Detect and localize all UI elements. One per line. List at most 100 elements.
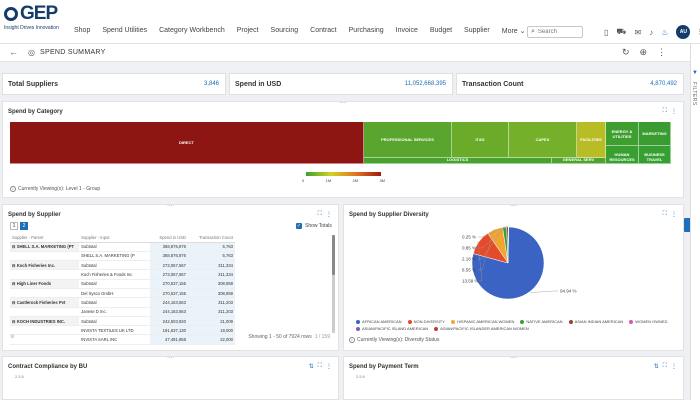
gep-logo[interactable]: GEP Insight Drives Innovation [4,4,66,40]
more-vertical-icon[interactable]: ⋮ [657,47,666,58]
kpi-value[interactable]: 3,846 [204,81,219,87]
table-row[interactable]: Janese D Inc. 244,163,563 311,203 [10,307,235,317]
legend-item[interactable]: NATIVE AMERICAN [520,319,563,324]
treemap-cell-marketing[interactable]: MARKETING [639,122,671,146]
scrollbar-thumb[interactable] [332,235,335,275]
nav-budget[interactable]: Budget [430,27,452,35]
expand-icon[interactable]: ⛶ [318,363,322,370]
search-input[interactable] [537,29,578,35]
more-vertical-icon[interactable]: ⋮ [671,108,677,115]
table-cell-input: Subtotal [79,297,151,308]
table-row[interactable]: ⊟ KOCH INDUSTRIES INC. Subtotal 242,503,92… [10,316,235,327]
table-cell-parent [10,307,80,317]
column-header[interactable]: Supplier - Parent [10,234,80,243]
drag-handle-icon[interactable]: ⠒⠒ [510,356,517,362]
treemap-cell-capex[interactable]: CAPEX [509,122,577,158]
treemap-cell-energy-utilities[interactable]: ENERGY & UTILITIES [606,122,639,146]
nav-shop[interactable]: Shop [74,27,90,35]
drag-handle-icon[interactable]: ⠒⠒ [339,101,346,107]
treemap-cell-human-resources[interactable]: HUMAN RESOURCES [606,146,639,164]
notification-icon[interactable]: ♪ [649,28,653,37]
legend-item[interactable]: WOMEN OWNED [629,319,667,324]
more-vertical-icon[interactable]: ⋮ [671,363,677,370]
sort-icon[interactable]: ⇅ [654,363,659,370]
chat-icon[interactable]: ✉ [634,28,641,37]
nav-contract[interactable]: Contract [310,27,336,35]
level-button-2[interactable]: 2 [20,222,28,230]
legend-item[interactable]: HISPANIC AMERICAN WOMEN [450,319,514,324]
legend-item[interactable]: AFRICAN AMERICAN [356,319,402,324]
info-icon[interactable]: i [10,186,16,192]
table-row[interactable]: ⊟ SHELL S.A. MARKETING (PT Subtotal 368,87… [10,242,235,252]
table-row[interactable]: ⊟ Castlerock Fisheries Pvt Subtotal 244,16… [10,297,235,308]
table-row[interactable]: SHELL S.A. MARKETING (P 368,876,876 5,763 [10,251,235,262]
more-vertical-icon[interactable]: ⋮ [326,363,332,370]
expand-icon[interactable]: ⛶ [318,211,322,218]
legend-item[interactable]: ASIAN/PACIFIC ISLANDER AMERICAN WOMEN [434,326,529,331]
legend-tick: 0 [302,178,305,183]
table-row[interactable]: INVISTA TEXTILES UK LTD 191,637,130 19,000 [10,325,235,336]
column-header[interactable]: Transaction Count [187,234,235,243]
info-icon[interactable]: i [349,337,355,343]
nav-purchasing[interactable]: Purchasing [349,27,384,35]
kpi-value[interactable]: 4,870,492 [650,81,677,87]
more-vertical-icon[interactable]: ⋮ [326,211,332,218]
back-arrow-icon[interactable]: ← [9,47,18,57]
spend-by-category-card: ⠒⠒ Spend by Category ⛶ ⋮ DIRECT PROFESSI… [2,101,684,198]
nav-project[interactable]: Project [237,27,259,35]
expand-icon[interactable]: ⛶ [663,108,667,115]
add-icon[interactable]: ⊕ [640,47,648,58]
nav-sourcing[interactable]: Sourcing [271,27,299,35]
nav-category-workbench[interactable]: Category Workbench [159,27,225,35]
nav-more[interactable]: More [502,27,526,35]
cell-text: Subtotal [81,299,97,305]
table-row[interactable]: Koch Fisheries & Foods Inc 273,067,567 311… [10,269,235,280]
cart-icon[interactable]: ⛟ [616,27,626,37]
sort-icon[interactable]: ⇅ [309,363,314,370]
nav-invoice[interactable]: Invoice [396,27,418,35]
table-row[interactable]: Del Sysco GmbH. 270,537,155 308,959 [10,288,235,299]
search-icon[interactable]: ⌕ [531,28,535,36]
table-row[interactable]: INVISTA SARL INC 47,491,958 22,000 [10,334,235,345]
legend-label: WOMEN OWNED [635,319,668,324]
filters-label[interactable]: FILTERS [691,82,697,106]
table-cell-parent: ⊟ SHELL S.A. MARKETING (PT [10,242,80,252]
nav-spend-utilities[interactable]: Spend Utilities [102,27,147,35]
treemap-cell-logistics[interactable]: LOGISTICS [364,158,552,164]
bookmark-icon[interactable]: ▯ [604,28,608,37]
cell-text: INVISTA TEXTILES UK LTD [81,327,134,333]
table-cell-spend: 273,067,567 [150,260,188,271]
treemap-cell-its[interactable]: IT&S [452,122,509,158]
expand-icon[interactable]: ⛶ [663,363,667,370]
settings-icon[interactable]: ⚙ [10,334,14,340]
table-cell-parent: ⊟ Castlerock Fisheries Pvt [10,297,80,308]
treemap-cell-facilities[interactable]: FACILITIES [577,122,606,158]
table-row[interactable]: ⊟ High Liner Foods Subtotal 270,537,155 308… [10,279,235,290]
filter-icon[interactable]: ▼ [692,70,698,76]
column-header[interactable]: Spend in USD [150,234,188,243]
legend-item[interactable]: ASIAN/PACIFIC ISLAND AMERICAN [356,326,428,331]
drag-handle-icon[interactable]: ⠒⠒ [167,204,174,210]
treemap-cell-professional-services[interactable]: PROFESSIONAL SERVICES [364,122,452,158]
level-button-1[interactable]: 1 [10,222,18,230]
pager[interactable]: 1 / 159 [315,334,330,340]
checkbox-checked-icon[interactable]: ✓ [296,223,302,229]
legend-item[interactable]: NON-DIVERSITY [407,319,445,324]
side-panel-tab[interactable] [684,218,690,232]
refresh-icon[interactable]: ↻ [622,47,630,58]
flame-icon[interactable]: ♨ [661,28,668,37]
cell-text: 311,203 [218,299,233,305]
kpi-value[interactable]: 11,052,668,395 [405,81,446,87]
treemap-cell-general-serv[interactable]: GENERAL SERV [552,158,606,164]
table-row[interactable]: ⊟ Koch Fisheries Inc. Subtotal 273,067,567… [10,260,235,271]
avatar[interactable]: AU [676,25,691,39]
treemap-cell-business-travel[interactable]: BUSINESS TRAVEL [639,146,671,164]
nav-supplier[interactable]: Supplier [464,27,490,35]
show-totals-toggle[interactable]: ✓ Show Totals [296,223,332,229]
search-box[interactable]: ⌕ [527,26,583,38]
column-header[interactable]: Supplier - Input [79,234,151,243]
kpi-transaction-count: Transaction Count 4,870,492 [456,73,684,95]
drag-handle-icon[interactable]: ⠒⠒ [167,356,174,362]
treemap-cell-direct[interactable]: DIRECT [10,122,364,164]
legend-item[interactable]: ASIAN INDIAN AMERICAN [568,319,623,324]
